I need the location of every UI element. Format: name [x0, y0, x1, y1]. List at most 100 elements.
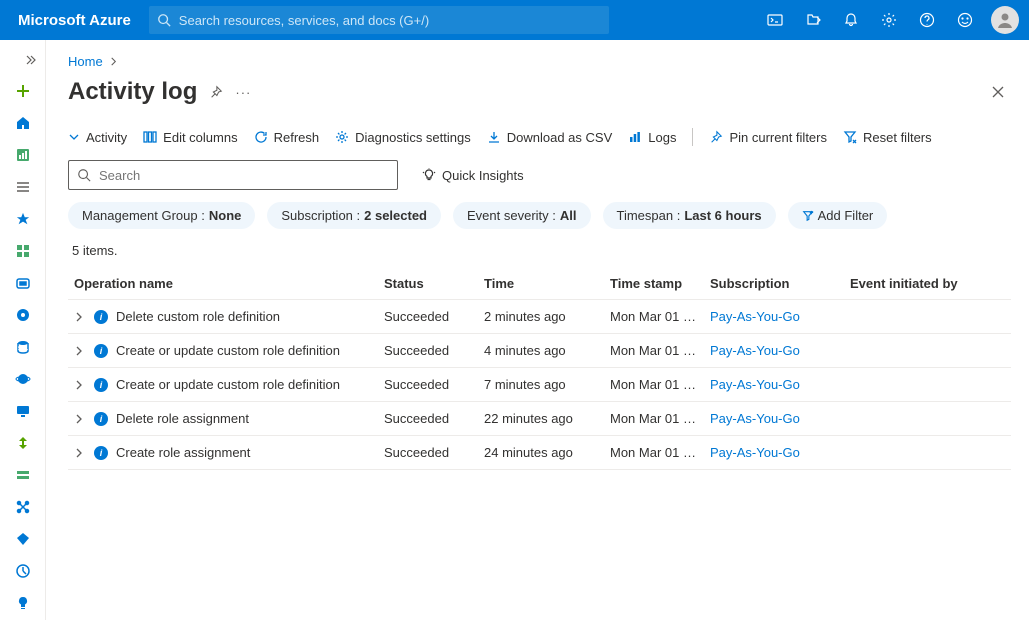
col-operation[interactable]: Operation name — [68, 268, 378, 300]
nav-monitor-icon[interactable] — [1, 556, 45, 586]
table-row[interactable]: i Create or update custom role definition… — [68, 334, 1011, 368]
nav-create-icon[interactable] — [1, 76, 45, 106]
user-avatar[interactable] — [991, 6, 1019, 34]
reset-filters-button[interactable]: Reset filters — [843, 130, 932, 145]
global-search-input[interactable] — [179, 13, 601, 28]
timestamp-cell: Mon Mar 01 … — [604, 300, 704, 334]
subscription-link[interactable]: Pay-As-You-Go — [710, 343, 800, 358]
brand-label: Microsoft Azure — [10, 12, 139, 29]
col-subscription[interactable]: Subscription — [704, 268, 844, 300]
breadcrumb-home[interactable]: Home — [68, 54, 103, 69]
close-icon[interactable] — [985, 79, 1011, 105]
initiated-by-cell — [844, 436, 1011, 470]
local-search[interactable] — [68, 160, 398, 190]
expand-icon[interactable] — [74, 414, 86, 424]
nav-expand-icon[interactable] — [0, 46, 45, 74]
table-row[interactable]: i Create role assignment Succeeded24 minut… — [68, 436, 1011, 470]
page-title: Activity log — [68, 78, 197, 106]
more-icon[interactable]: ··· — [235, 85, 251, 100]
nav-storage-icon[interactable] — [1, 460, 45, 490]
nav-advisor-icon[interactable] — [1, 588, 45, 618]
chip-severity[interactable]: Event severity : All — [453, 202, 591, 229]
nav-dashboard-icon[interactable] — [1, 140, 45, 170]
chip-timespan[interactable]: Timespan : Last 6 hours — [603, 202, 776, 229]
chip-subscription[interactable]: Subscription : 2 selected — [267, 202, 441, 229]
edit-columns-button[interactable]: Edit columns — [143, 130, 237, 145]
activity-dropdown[interactable]: Activity — [68, 130, 127, 145]
subscription-link[interactable]: Pay-As-You-Go — [710, 411, 800, 426]
nav-home-icon[interactable] — [1, 108, 45, 138]
main-content: Home Activity log ··· Activity Edit colu… — [46, 40, 1029, 620]
table-row[interactable]: i Create or update custom role definition… — [68, 368, 1011, 402]
subscription-link[interactable]: Pay-As-You-Go — [710, 309, 800, 324]
nav-app-services-icon[interactable] — [1, 300, 45, 330]
logs-button[interactable]: Logs — [628, 130, 676, 145]
time-cell: 4 minutes ago — [478, 334, 604, 368]
time-cell: 7 minutes ago — [478, 368, 604, 402]
filter-chips: Management Group : None Subscription : 2… — [68, 202, 1011, 229]
nav-network-icon[interactable] — [1, 492, 45, 522]
settings-icon[interactable] — [871, 0, 907, 40]
toolbar: Activity Edit columns Refresh Diagnostic… — [68, 106, 1011, 160]
col-initiated-by[interactable]: Event initiated by — [844, 268, 1011, 300]
title-row: Activity log ··· — [68, 78, 1011, 106]
status-cell: Succeeded — [378, 402, 478, 436]
expand-icon[interactable] — [74, 448, 86, 458]
operation-name: Delete role assignment — [116, 411, 249, 426]
lightbulb-icon — [422, 168, 436, 182]
local-search-input[interactable] — [99, 168, 389, 183]
time-cell: 24 minutes ago — [478, 436, 604, 470]
table-row[interactable]: iDelete role assignmentSucceeded22 minut… — [68, 402, 1011, 436]
info-icon: i — [94, 310, 108, 324]
expand-icon[interactable] — [74, 346, 86, 356]
breadcrumb: Home — [68, 50, 1011, 72]
nav-all-resources-icon[interactable] — [1, 236, 45, 266]
global-search[interactable] — [149, 6, 609, 34]
expand-icon[interactable] — [74, 312, 86, 322]
status-cell: Succeeded — [378, 436, 478, 470]
chevron-right-icon — [109, 57, 118, 66]
col-timestamp[interactable]: Time stamp — [604, 268, 704, 300]
operation-name: Create role assignment — [116, 445, 250, 460]
nav-sql-icon[interactable]: SQL — [1, 332, 45, 362]
initiated-by-cell — [844, 368, 1011, 402]
nav-load-balancer-icon[interactable] — [1, 428, 45, 458]
directories-icon[interactable] — [795, 0, 831, 40]
info-icon: i — [94, 344, 108, 358]
pin-filters-button[interactable]: Pin current filters — [709, 130, 827, 145]
chip-management-group[interactable]: Management Group : None — [68, 202, 255, 229]
items-count: 5 items. — [72, 243, 1011, 258]
subscription-link[interactable]: Pay-As-You-Go — [710, 377, 800, 392]
chip-add-filter[interactable]: Add Filter — [788, 202, 888, 229]
feedback-icon[interactable] — [947, 0, 983, 40]
diagnostics-button[interactable]: Diagnostics settings — [335, 130, 471, 145]
nav-favorites-icon[interactable] — [1, 204, 45, 234]
nav-cosmos-icon[interactable] — [1, 364, 45, 394]
timestamp-cell: Mon Mar 01 … — [604, 436, 704, 470]
info-icon: i — [94, 412, 108, 426]
col-status[interactable]: Status — [378, 268, 478, 300]
nav-aad-icon[interactable] — [1, 524, 45, 554]
subscription-link[interactable]: Pay-As-You-Go — [710, 445, 800, 460]
pin-icon[interactable] — [209, 85, 223, 99]
nav-vm-icon[interactable] — [1, 396, 45, 426]
toolbar-separator — [692, 128, 693, 146]
nav-resource-groups-icon[interactable] — [1, 268, 45, 298]
table-row[interactable]: iDelete custom role definitionSucceeded2… — [68, 300, 1011, 334]
timestamp-cell: Mon Mar 01 … — [604, 334, 704, 368]
quick-insights-button[interactable]: Quick Insights — [422, 168, 524, 183]
nav-all-services-icon[interactable] — [1, 172, 45, 202]
operation-name: Create or update custom role definition — [116, 343, 340, 358]
cloud-shell-icon[interactable] — [757, 0, 793, 40]
side-nav: SQL — [0, 40, 46, 620]
help-icon[interactable] — [909, 0, 945, 40]
col-time[interactable]: Time — [478, 268, 604, 300]
info-icon: i — [94, 446, 108, 460]
operation-name: Create or update custom role definition — [116, 377, 340, 392]
search-icon — [157, 13, 171, 27]
notifications-icon[interactable] — [833, 0, 869, 40]
info-icon: i — [94, 378, 108, 392]
refresh-button[interactable]: Refresh — [254, 130, 320, 145]
download-csv-button[interactable]: Download as CSV — [487, 130, 613, 145]
expand-icon[interactable] — [74, 380, 86, 390]
